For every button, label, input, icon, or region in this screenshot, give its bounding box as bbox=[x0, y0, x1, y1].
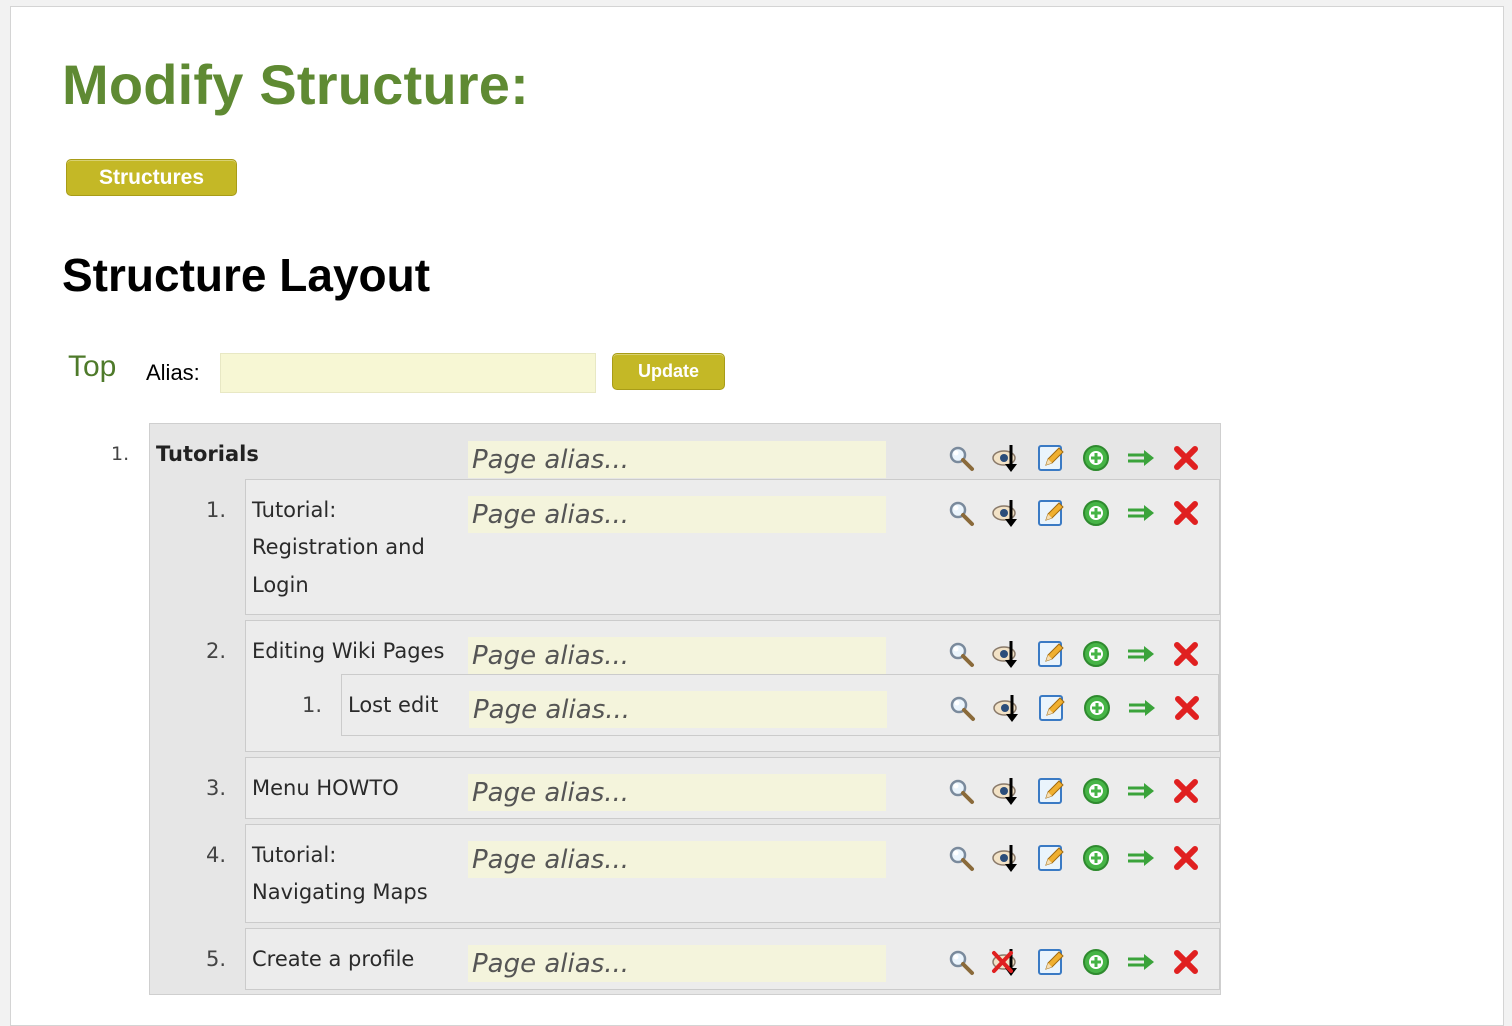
delete-icon[interactable] bbox=[1171, 639, 1201, 669]
add-child-icon[interactable] bbox=[1081, 498, 1111, 528]
row-actions bbox=[946, 498, 1201, 528]
row-actions bbox=[946, 947, 1201, 977]
move-icon[interactable] bbox=[1126, 443, 1156, 473]
item-title-line[interactable]: Editing Wiki Pages bbox=[252, 633, 444, 670]
move-icon[interactable] bbox=[1126, 776, 1156, 806]
move-icon[interactable] bbox=[1126, 498, 1156, 528]
view-icon[interactable] bbox=[947, 693, 977, 723]
edit-icon[interactable] bbox=[1037, 693, 1067, 723]
add-child-icon[interactable] bbox=[1081, 776, 1111, 806]
move-icon[interactable] bbox=[1126, 947, 1156, 977]
edit-icon[interactable] bbox=[1036, 498, 1066, 528]
row-actions bbox=[946, 776, 1201, 806]
root-item-title[interactable]: Tutorials bbox=[156, 436, 259, 473]
watch-icon[interactable] bbox=[992, 693, 1022, 723]
list-item: 1. Tutorial: Registration and Login bbox=[206, 479, 1220, 615]
top-link[interactable]: Top bbox=[68, 350, 116, 384]
view-icon[interactable] bbox=[946, 947, 976, 977]
row-actions bbox=[947, 693, 1202, 723]
update-button[interactable]: Update bbox=[612, 353, 725, 390]
page-alias-input[interactable] bbox=[468, 945, 886, 982]
delete-icon[interactable] bbox=[1171, 947, 1201, 977]
row-actions bbox=[946, 843, 1201, 873]
item-number: 1. bbox=[206, 498, 227, 522]
item-number: 2. bbox=[206, 639, 227, 663]
structure-tree: Tutorials 1. Tutorial: Registration and … bbox=[149, 423, 1221, 995]
item-number: 5. bbox=[206, 947, 227, 971]
page-alias-input[interactable] bbox=[468, 841, 886, 878]
page-title: Modify Structure: bbox=[62, 53, 529, 116]
view-icon[interactable] bbox=[946, 776, 976, 806]
delete-icon[interactable] bbox=[1171, 776, 1201, 806]
item-title-line[interactable]: Navigating Maps bbox=[252, 874, 428, 911]
add-child-icon[interactable] bbox=[1081, 639, 1111, 669]
move-icon[interactable] bbox=[1126, 843, 1156, 873]
list-item: 2. Editing Wiki Pages 1. Lost edit bbox=[206, 620, 1220, 752]
list-item: 5. Create a profile bbox=[206, 928, 1220, 990]
delete-icon[interactable] bbox=[1172, 693, 1202, 723]
view-icon[interactable] bbox=[946, 498, 976, 528]
delete-icon[interactable] bbox=[1171, 843, 1201, 873]
edit-icon[interactable] bbox=[1036, 639, 1066, 669]
view-icon[interactable] bbox=[946, 639, 976, 669]
edit-icon[interactable] bbox=[1036, 443, 1066, 473]
item-title-line[interactable]: Tutorial: bbox=[252, 492, 336, 529]
item-title-line[interactable]: Tutorial: bbox=[252, 837, 336, 874]
list-item: 3. Menu HOWTO bbox=[206, 757, 1220, 819]
view-icon[interactable] bbox=[946, 443, 976, 473]
edit-icon[interactable] bbox=[1036, 843, 1066, 873]
view-icon[interactable] bbox=[946, 843, 976, 873]
unwatch-icon[interactable] bbox=[991, 947, 1021, 977]
add-child-icon[interactable] bbox=[1081, 947, 1111, 977]
item-number: 4. bbox=[206, 843, 227, 867]
alias-label: Alias: bbox=[146, 360, 200, 385]
item-title-line[interactable]: Login bbox=[252, 567, 309, 604]
row-actions bbox=[946, 639, 1201, 669]
item-title-line[interactable]: Create a profile bbox=[252, 941, 414, 978]
watch-icon[interactable] bbox=[991, 843, 1021, 873]
nested-list-item: 1. Lost edit bbox=[302, 674, 1219, 736]
top-alias-input[interactable] bbox=[220, 353, 596, 393]
move-icon[interactable] bbox=[1127, 693, 1157, 723]
delete-icon[interactable] bbox=[1171, 443, 1201, 473]
page-alias-input[interactable] bbox=[468, 496, 886, 533]
list-item: 4. Tutorial: Navigating Maps bbox=[206, 824, 1220, 923]
edit-icon[interactable] bbox=[1036, 947, 1066, 977]
item-number: 3. bbox=[206, 776, 227, 800]
item-title-line[interactable]: Menu HOWTO bbox=[252, 770, 399, 807]
item-number: 1. bbox=[302, 693, 323, 717]
add-child-icon[interactable] bbox=[1081, 443, 1111, 473]
page-alias-input[interactable] bbox=[468, 637, 886, 674]
watch-icon[interactable] bbox=[991, 498, 1021, 528]
page-alias-input[interactable] bbox=[468, 441, 886, 478]
page-alias-input[interactable] bbox=[468, 774, 886, 811]
add-child-icon[interactable] bbox=[1082, 693, 1112, 723]
row-actions bbox=[946, 443, 1201, 473]
add-child-icon[interactable] bbox=[1081, 843, 1111, 873]
item-title-line[interactable]: Lost edit bbox=[348, 687, 438, 724]
watch-icon[interactable] bbox=[991, 443, 1021, 473]
item-title-line[interactable]: Registration and bbox=[252, 529, 425, 566]
edit-icon[interactable] bbox=[1036, 776, 1066, 806]
structures-button[interactable]: Structures bbox=[66, 159, 237, 196]
root-item-number: 1. bbox=[111, 443, 130, 465]
page-alias-input[interactable] bbox=[469, 691, 887, 728]
move-icon[interactable] bbox=[1126, 639, 1156, 669]
watch-icon[interactable] bbox=[991, 776, 1021, 806]
section-title: Structure Layout bbox=[62, 249, 431, 301]
watch-icon[interactable] bbox=[991, 639, 1021, 669]
delete-icon[interactable] bbox=[1171, 498, 1201, 528]
